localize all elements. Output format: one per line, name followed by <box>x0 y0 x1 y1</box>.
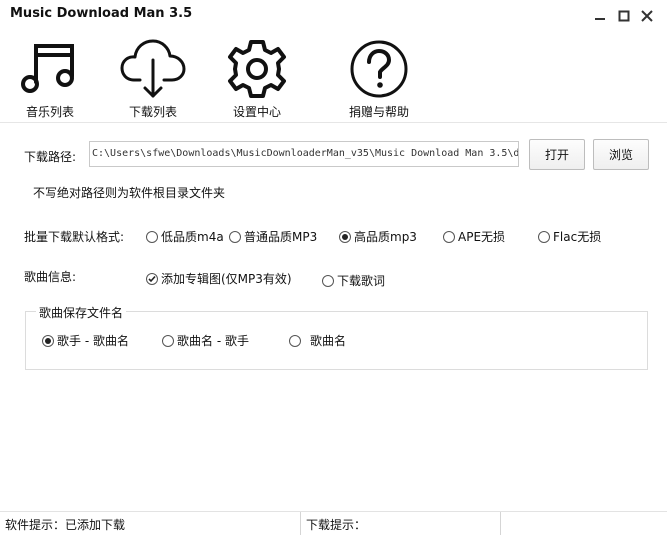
status-separator <box>500 512 501 535</box>
radio-label: 歌曲名 - 歌手 <box>177 334 249 348</box>
toolbar-label: 捐赠与帮助 <box>348 105 409 119</box>
format-option-mp3-normal[interactable]: 普通品质MP3 <box>229 228 317 245</box>
radio-icon <box>229 230 241 243</box>
help-icon <box>350 40 408 98</box>
software-tip: 软件提示：已添加下载 <box>5 518 126 532</box>
toolbar-divider <box>0 122 667 123</box>
toolbar-download-list[interactable]: 下载列表 <box>108 38 198 120</box>
batch-format-label: 批量下载默认格式: <box>24 230 125 244</box>
browse-button[interactable]: 浏览 <box>593 139 649 170</box>
unchecked-icon <box>322 274 334 287</box>
close-icon <box>641 10 653 22</box>
radio-label: 普通品质MP3 <box>244 230 318 244</box>
radio-label: APE无损 <box>458 230 506 244</box>
toolbar-label: 下载列表 <box>128 105 177 119</box>
add-album-art-option[interactable]: 添加专辑图(仅MP3有效) <box>146 270 292 287</box>
song-info-label: 歌曲信息: <box>24 270 77 284</box>
filename-option-title[interactable]: 歌曲名 <box>289 332 346 349</box>
option-label: 下载歌词 <box>337 274 386 288</box>
filename-group-legend: 歌曲保存文件名 <box>36 304 127 321</box>
format-option-m4a[interactable]: 低品质m4a <box>146 228 224 245</box>
radio-icon <box>289 334 301 347</box>
radio-icon <box>443 230 455 243</box>
maximize-icon <box>618 10 630 22</box>
toolbar-donate-help[interactable]: 捐赠与帮助 <box>334 38 424 120</box>
filename-option-title-artist[interactable]: 歌曲名 - 歌手 <box>162 332 249 349</box>
radio-selected-icon <box>339 230 351 243</box>
toolbar-label: 音乐列表 <box>25 105 74 119</box>
download-path-input[interactable]: C:\Users\sfwe\Downloads\MusicDownloaderM… <box>89 141 519 167</box>
window-title: Music Download Man 3.5 <box>10 6 193 21</box>
toolbar-label: 设置中心 <box>232 105 281 119</box>
status-separator <box>300 512 301 535</box>
toolbar-music-list[interactable]: 音乐列表 <box>5 38 95 120</box>
minimize-button[interactable] <box>591 7 609 25</box>
download-tip: 下载提示： <box>306 518 367 532</box>
radio-label: Flac无损 <box>553 230 602 244</box>
open-button[interactable]: 打开 <box>529 139 585 170</box>
format-option-mp3-high[interactable]: 高品质mp3 <box>339 228 417 245</box>
checked-icon <box>146 272 158 285</box>
download-lyrics-option[interactable]: 下载歌词 <box>322 272 385 289</box>
radio-label: 歌手 - 歌曲名 <box>57 334 129 348</box>
music-note-icon <box>21 44 74 93</box>
minimize-icon <box>595 18 605 20</box>
radio-selected-icon <box>42 334 54 347</box>
radio-label: 高品质mp3 <box>354 230 417 244</box>
format-option-ape[interactable]: APE无损 <box>443 228 505 245</box>
close-button[interactable] <box>638 7 656 25</box>
radio-icon <box>162 334 174 347</box>
download-path-label: 下载路径: <box>24 150 77 164</box>
radio-label: 歌曲名 <box>310 334 347 348</box>
radio-label: 低品质m4a <box>161 230 224 244</box>
option-label: 添加专辑图(仅MP3有效) <box>161 272 292 286</box>
format-option-flac[interactable]: Flac无损 <box>538 228 601 245</box>
cloud-download-icon <box>120 39 186 98</box>
status-bar: 软件提示：已添加下载 下载提示： <box>0 511 667 535</box>
maximize-button[interactable] <box>615 7 633 25</box>
radio-icon <box>538 230 550 243</box>
radio-icon <box>146 230 158 243</box>
download-path-hint: 不写绝对路径则为软件根目录文件夹 <box>33 186 226 200</box>
toolbar-settings[interactable]: 设置中心 <box>212 38 302 120</box>
gear-icon <box>228 40 286 98</box>
filename-option-artist-title[interactable]: 歌手 - 歌曲名 <box>42 332 129 349</box>
